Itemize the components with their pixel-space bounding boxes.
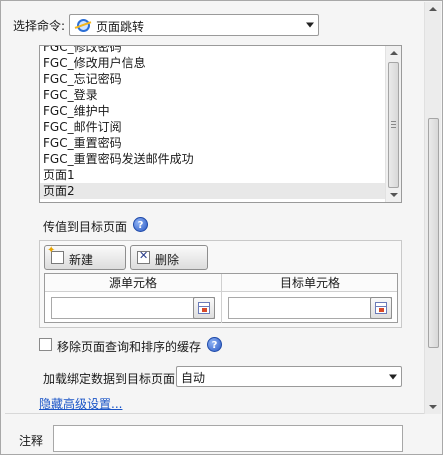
pass-values-label: 传值到目标页面 [43,220,128,234]
new-icon [47,245,64,264]
load-binding-label: 加载绑定数据到目标页面 [43,372,176,386]
notes-label: 注释 [19,434,44,448]
target-cell-input[interactable] [228,297,392,319]
delete-button[interactable]: 删除 [130,245,208,270]
chevron-down-icon [389,374,397,379]
delete-button-label: 删除 [155,253,180,267]
command-label: 选择命令: [13,19,66,33]
list-item[interactable]: FGC_维护中 [40,103,386,119]
load-binding-select[interactable]: 自动 [176,366,402,387]
list-item[interactable]: FGC_修改密码 [40,46,386,55]
column-divider [221,274,222,323]
panel-scroll-thumb[interactable] [428,118,439,348]
ie-icon [77,19,90,32]
list-item[interactable]: 页面2 [40,183,386,199]
target-cell-picker-button[interactable] [370,297,392,319]
cell-picker-icon [198,302,210,314]
page-list-scrollbar[interactable] [385,46,401,202]
cell-picker-icon [375,302,387,314]
list-item[interactable]: FGC_登录 [40,87,386,103]
page-list-items: FGC_修改密码 FGC_修改用户信息 FGC_忘记密码 FGC_登录 FGC_维护中 F… [40,46,386,199]
source-cell-input[interactable] [51,297,215,319]
list-item[interactable]: FGC_忘记密码 [40,71,386,87]
list-item[interactable]: FGC_重置密码 [40,135,386,151]
delete-icon [137,249,150,264]
remove-cache-label: 移除页面查询和排序的缓存 [57,340,202,354]
list-item[interactable]: FGC_邮件订阅 [40,119,386,135]
list-item[interactable]: FGC_修改用户信息 [40,55,386,71]
list-item[interactable]: FGC_重置密码发送邮件成功 [40,151,386,167]
scroll-down-icon[interactable] [429,405,437,409]
remove-cache-checkbox[interactable] [39,338,52,351]
chevron-down-icon [306,22,314,28]
value-mapping-table: 源单元格 目标单元格 [44,273,398,323]
scroll-up-icon[interactable] [390,51,398,55]
help-icon[interactable]: ? [207,337,222,352]
pass-values-group: 新建 删除 源单元格 目标单元格 [39,240,402,328]
command-select[interactable]: 页面跳转 [69,14,319,36]
column-source-cell: 源单元格 [108,276,157,290]
notes-input[interactable] [53,425,403,452]
grip-icon [391,121,396,128]
list-item[interactable]: 页面1 [40,167,386,183]
hide-advanced-settings-link[interactable]: 隐藏高级设置... [39,395,122,412]
divider [5,413,425,414]
new-button-label: 新建 [69,253,94,267]
source-cell-picker-button[interactable] [193,297,215,319]
help-icon[interactable]: ? [133,217,148,232]
new-button[interactable]: 新建 [44,245,126,270]
command-settings-panel: 选择命令: 页面跳转 FGC_修改密码 FGC_修改用户信息 FGC_忘记密码 FGC… [0,0,443,455]
load-binding-value: 自动 [181,371,206,385]
column-target-cell: 目标单元格 [279,276,340,290]
page-list[interactable]: FGC_修改密码 FGC_修改用户信息 FGC_忘记密码 FGC_登录 FGC_维护中 F… [39,45,402,203]
panel-scrollbar[interactable] [424,2,441,414]
scroll-up-icon[interactable] [429,7,437,11]
scroll-down-icon[interactable] [390,193,398,197]
page-list-scroll-thumb[interactable] [388,62,399,188]
command-select-value: 页面跳转 [96,20,145,34]
